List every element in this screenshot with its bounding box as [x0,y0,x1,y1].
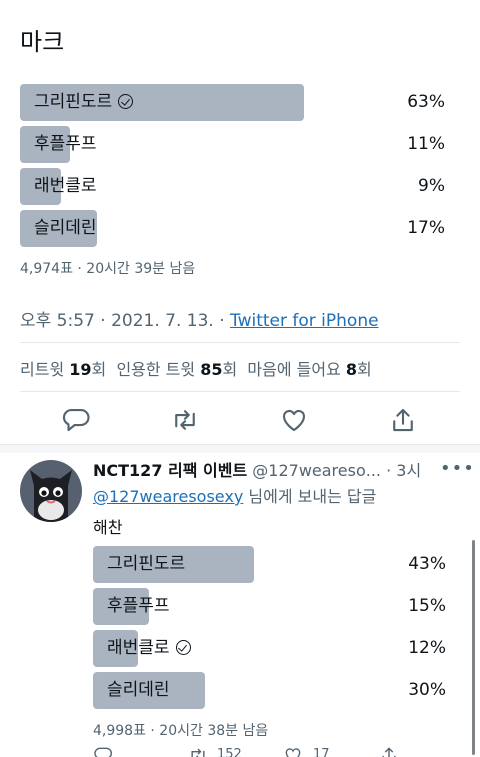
poll-option-percent: 17% [407,218,445,238]
poll-option-label: 래번클로 [34,176,97,196]
retweet-count: 152 [217,747,242,757]
reply-text: 해찬 [93,518,123,537]
poll-option-percent: 11% [407,134,445,154]
poll-option: 래번클로 12% [93,630,446,667]
retweet-icon[interactable] [188,745,208,757]
poll-option: 그리핀도르 43% [93,546,446,583]
poll-option-label: 슬리데린 [107,680,170,700]
poll-option: 후플푸프 15% [93,588,446,625]
tweet-actions [0,395,480,443]
poll-option-percent: 15% [408,596,446,616]
poll-option-label: 후플푸프 [107,596,170,616]
like-icon[interactable] [279,405,309,435]
scrollbar[interactable] [472,540,475,755]
poll-option: 슬리데린 30% [93,672,446,709]
poll-option-percent: 9% [418,176,445,196]
poll-option: 후플푸프 11% [20,126,445,163]
reply-actions: 152 17 [93,745,463,757]
poll-option-percent: 63% [407,92,445,112]
poll-option-label: 슬리데린 [34,218,97,238]
tweet-timestamp: 오후 5:57 · 2021. 7. 13. · Twitter for iPh… [20,306,379,331]
more-options-icon[interactable]: ••• [440,458,475,479]
poll-option: 슬리데린 17% [20,210,445,247]
avatar[interactable] [20,460,82,522]
poll-meta: 4,974표 · 20시간 39분 남음 [20,261,196,277]
section-separator [0,444,480,453]
reply-icon[interactable] [93,745,113,757]
reply-icon[interactable] [61,405,91,435]
poll-option: 래번클로 9% [20,168,445,205]
check-circle-icon [175,640,191,655]
poll-option-label: 후플푸프 [34,134,97,154]
poll-option-percent: 43% [408,554,446,574]
poll-option: 그리핀도르 63% [20,84,445,121]
replying-to: @127wearesosexy 님에게 보내는 답글 [93,483,376,507]
poll-option-label: 그리핀도르 [107,554,186,574]
poll-option-label: 그리핀도르 [34,92,113,112]
share-icon[interactable] [379,745,399,757]
tweet-stats: 리트윗 19회 인용한 트윗 85회 마음에 들어요 8회 [20,356,372,380]
quotes-stat[interactable]: 인용한 트윗 85회 [116,360,237,379]
like-count: 17 [313,747,330,757]
tweet-text: 마크 [20,28,65,56]
replying-to-link[interactable]: @127wearesosexy [93,487,243,506]
user-handle[interactable]: @127wearesо... [252,461,381,480]
cat-avatar-icon [20,460,82,522]
like-icon[interactable] [283,745,303,757]
divider [20,391,460,392]
display-name[interactable]: NCT127 리팩 이벤트 [93,461,247,480]
source-link[interactable]: Twitter for iPhone [230,311,379,331]
poll-option-percent: 30% [408,680,446,700]
reply-time: · 3시 [381,461,422,480]
divider [20,342,460,343]
check-circle-icon [118,94,134,109]
likes-stat[interactable]: 마음에 들어요 8회 [247,360,371,379]
timestamp-text: 오후 5:57 · 2021. 7. 13. · [20,311,231,331]
share-icon[interactable] [388,405,418,435]
retweets-stat[interactable]: 리트윗 19회 [20,360,106,379]
replying-to-suffix: 님에게 보내는 답글 [243,487,377,506]
poll-option-percent: 12% [408,638,446,658]
reply-header: NCT127 리팩 이벤트 @127wearesо... · 3시 [93,457,421,481]
retweet-icon[interactable] [170,405,200,435]
reply-poll-meta: 4,998표 · 20시간 38분 남음 [93,723,269,739]
poll-option-label: 래번클로 [107,638,170,658]
